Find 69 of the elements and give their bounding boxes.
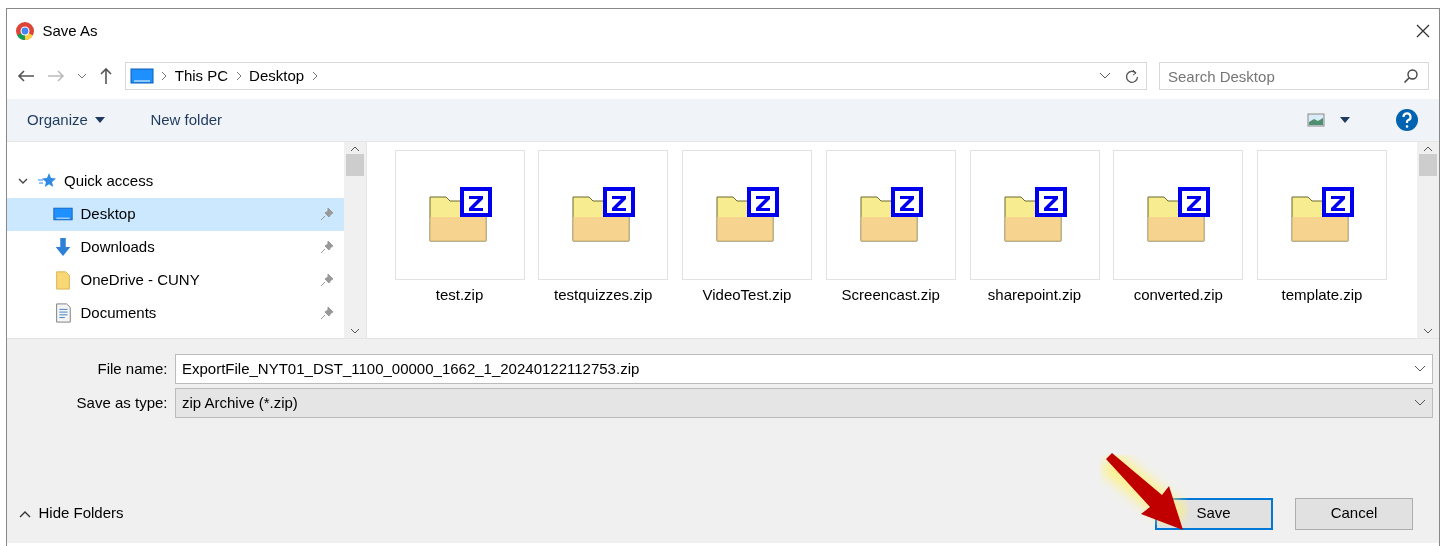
zip-folder-icon <box>858 186 923 243</box>
file-name[interactable]: testquizzes.zip <box>533 283 674 306</box>
zip-folder-icon <box>715 186 779 243</box>
view-icon[interactable] <box>1307 113 1325 127</box>
chevron-down-icon <box>1414 398 1426 407</box>
field-label: Save as type: <box>75 392 169 413</box>
chevron-right-icon <box>161 71 168 81</box>
caret-icon <box>95 117 106 123</box>
close-icon[interactable] <box>1415 23 1431 39</box>
sidebar-item[interactable]: Quick access <box>7 164 344 198</box>
file-name[interactable]: VideoTest.zip <box>677 283 817 306</box>
file-name[interactable]: template.zip <box>1252 283 1392 306</box>
refresh-icon[interactable] <box>1124 68 1140 84</box>
sidebar-item[interactable]: Documents <box>7 296 344 330</box>
sidebar-item[interactable]: Downloads <box>7 230 344 264</box>
hide-folders-button[interactable]: Hide Folders <box>19 502 124 525</box>
up-arrow-icon[interactable] <box>99 67 113 85</box>
file-tile[interactable] <box>825 149 956 280</box>
folder-icon <box>53 270 73 290</box>
cancel-button[interactable]: Cancel <box>1295 497 1413 530</box>
file-tile[interactable] <box>1257 149 1387 280</box>
file-name[interactable]: converted.zip <box>1108 283 1249 306</box>
caret-icon[interactable] <box>1340 117 1350 123</box>
window-title: Save As <box>42 20 98 41</box>
scroll-down-icon[interactable] <box>1423 328 1433 334</box>
chevron-down-icon[interactable] <box>77 73 87 79</box>
field-label: File name: <box>96 358 169 379</box>
search-icon <box>1403 68 1419 84</box>
scroll-up-icon[interactable] <box>350 146 360 152</box>
zip-folder-icon <box>1146 186 1211 243</box>
type-dropdown[interactable]: zip Archive (*.zip) <box>175 387 1433 418</box>
file-tile[interactable] <box>682 149 812 280</box>
back-arrow-icon[interactable] <box>17 69 35 83</box>
file-tile[interactable] <box>1113 149 1244 280</box>
file-tile[interactable] <box>394 149 525 280</box>
zip-folder-icon <box>571 186 636 243</box>
pin-icon[interactable] <box>320 306 334 320</box>
zip-folder-icon <box>427 186 492 243</box>
file-name[interactable]: Screencast.zip <box>820 283 961 306</box>
chevron-right-icon <box>235 71 242 81</box>
organize-menu[interactable]: Organize <box>27 108 106 132</box>
filename-field[interactable]: ExportFile_NYT01_DST_1100_00000_1662_1_20240122112753.zip <box>175 354 1433 384</box>
file-name[interactable]: test.zip <box>389 283 530 306</box>
scrollbar-thumb[interactable] <box>1419 154 1437 176</box>
chevron-right-icon[interactable] <box>311 71 318 81</box>
zip-folder-icon <box>1002 186 1067 243</box>
sidebar-item[interactable]: Desktop <box>7 197 344 231</box>
chevron-down-icon[interactable] <box>1098 72 1111 80</box>
help-icon[interactable] <box>1395 108 1419 132</box>
breadcrumb[interactable]: This PC <box>174 64 229 88</box>
breadcrumb[interactable]: Desktop <box>249 64 305 88</box>
sidebar-item[interactable]: OneDrive - CUNY <box>7 263 344 297</box>
search-field[interactable]: Search Desktop <box>1159 62 1429 90</box>
download-icon <box>53 237 73 257</box>
chevron-down-icon <box>1414 365 1426 373</box>
file-tile[interactable] <box>538 149 669 280</box>
scroll-up-icon[interactable] <box>1423 146 1433 152</box>
pin-icon[interactable] <box>320 240 334 254</box>
browser-logo-icon <box>15 21 35 41</box>
desktop-icon <box>129 66 154 86</box>
file-tile[interactable] <box>969 149 1100 280</box>
new-folder-button[interactable]: New folder <box>150 108 223 132</box>
document-icon <box>53 303 73 323</box>
file-name[interactable]: sharepoint.zip <box>964 283 1105 306</box>
pin-icon[interactable] <box>320 273 334 287</box>
chevron-up-icon <box>19 509 31 518</box>
zip-folder-icon <box>1290 186 1354 243</box>
scroll-down-icon[interactable] <box>350 328 360 334</box>
scrollbar-thumb[interactable] <box>346 154 364 176</box>
